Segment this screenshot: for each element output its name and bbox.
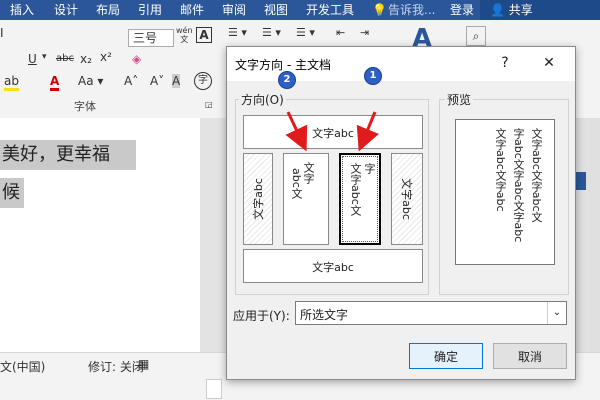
arrow-to-selected-option [356,111,379,152]
arrow-to-stacked-option [285,111,308,152]
annotation-arrows [285,111,379,152]
